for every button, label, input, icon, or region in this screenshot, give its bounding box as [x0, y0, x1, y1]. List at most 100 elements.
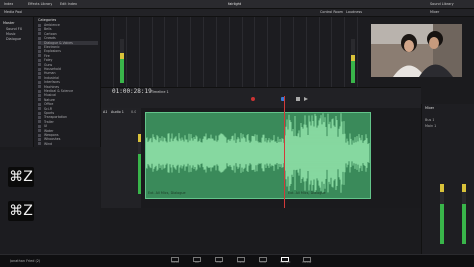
category-label: Sci-Fi	[44, 106, 53, 111]
category-label: Transportation	[44, 115, 68, 120]
category-item[interactable]: Bells	[38, 27, 98, 31]
category-item[interactable]: Musical	[38, 93, 98, 97]
category-item[interactable]: UI	[38, 124, 98, 128]
tab-edit-index[interactable]: Edit Index	[60, 2, 77, 6]
mixer-tab[interactable]: Mixer	[430, 10, 439, 14]
playhead[interactable]	[284, 96, 285, 208]
metadata-panel: ⌘Z ⌘Z	[0, 150, 100, 254]
folder-icon	[38, 54, 41, 58]
category-item[interactable]: Weapons	[38, 133, 98, 137]
channel-divider	[357, 17, 359, 87]
category-item[interactable]: Wind	[38, 142, 98, 146]
folder-icon	[38, 80, 41, 84]
channel-meter	[440, 184, 444, 244]
page-label: Media	[171, 261, 179, 264]
clip-label-right: Ext. All Mics, Dialogue	[288, 191, 326, 195]
tab-effects-library[interactable]: Effects Library	[28, 2, 52, 6]
category-label: Guns	[44, 62, 53, 67]
category-item[interactable]: Interfaces	[38, 80, 98, 84]
top-toolbar: Index Effects Library Edit Index fairlig…	[0, 0, 474, 9]
folder-icon	[38, 63, 41, 67]
loudness-label: Loudness	[346, 10, 362, 14]
category-item[interactable]: Office	[38, 102, 98, 106]
channel-divider	[344, 17, 346, 87]
category-item[interactable]: Water	[38, 129, 98, 133]
undo-shortcut-overlay-2: ⌘Z	[8, 201, 34, 221]
category-label: Industrial	[44, 75, 59, 80]
category-item[interactable]: Machines	[38, 85, 98, 89]
folder-icon	[38, 137, 41, 141]
categories-header: Categories	[38, 18, 57, 22]
page-label: Deliver	[302, 261, 312, 264]
page-color-button[interactable]: Color	[258, 257, 267, 264]
mixer-meters	[101, 17, 370, 87]
bin-list: Master Sound FX Music Dialogue	[0, 17, 34, 147]
timeline-name[interactable]: Timeline 1	[151, 90, 169, 94]
channel-divider	[138, 17, 140, 87]
category-label: Crowds	[44, 36, 56, 41]
folder-icon	[38, 67, 41, 71]
category-label: Machines	[44, 84, 60, 89]
category-item[interactable]: Industrial	[38, 76, 98, 80]
category-item[interactable]: Human	[38, 71, 98, 75]
folder-icon	[38, 142, 41, 146]
page-fusion-button[interactable]: Fusion	[236, 257, 246, 264]
record-button[interactable]	[251, 97, 255, 101]
play-icon[interactable]	[304, 97, 308, 101]
category-item[interactable]: Whooshes	[38, 137, 98, 141]
page-fairlight-button[interactable]: Fairlight	[280, 257, 290, 264]
track-name[interactable]: Audio 1	[111, 110, 124, 114]
category-item[interactable]: Medical & Science	[38, 89, 98, 93]
category-item[interactable]: Transportation	[38, 115, 98, 119]
category-label: Explosions	[44, 49, 61, 54]
media-pool-label[interactable]: Media Pool	[4, 10, 22, 14]
channel-divider	[267, 17, 269, 87]
category-item[interactable]: Trailer	[38, 120, 98, 124]
category-item[interactable]: Guns	[38, 63, 98, 67]
bin-master[interactable]: Master	[3, 21, 15, 25]
video-preview	[371, 24, 462, 77]
channel-divider	[151, 17, 153, 87]
channel-divider	[280, 17, 282, 87]
bin-music[interactable]: Music	[6, 32, 16, 36]
channel-divider	[113, 17, 114, 87]
audio-clip[interactable]: Ext. All Mics, Dialogue Ext. All Mics, D…	[145, 112, 371, 199]
bin-sound-fx[interactable]: Sound FX	[6, 27, 22, 31]
folder-icon	[38, 23, 41, 27]
page-label: Fusion	[236, 261, 246, 264]
page-media-button[interactable]: Media	[170, 257, 179, 264]
category-item[interactable]: Ambience	[38, 23, 98, 27]
bin-dialogue[interactable]: Dialogue	[6, 37, 21, 41]
page-cut-button[interactable]: Cut	[192, 257, 201, 264]
category-item[interactable]: Fire	[38, 54, 98, 58]
category-item[interactable]: Foley	[38, 58, 98, 62]
folder-icon	[38, 124, 41, 128]
folder-icon	[38, 89, 41, 93]
category-item[interactable]: Cartoon	[38, 32, 98, 36]
tab-sound-library[interactable]: Sound Library	[430, 2, 454, 6]
page-deliver-button[interactable]: Deliver	[302, 257, 312, 264]
channel-divider	[190, 17, 192, 87]
category-item[interactable]: Dialogue & Voices	[38, 40, 98, 45]
folder-icon	[38, 58, 41, 62]
category-item[interactable]: Household	[38, 67, 98, 71]
category-item[interactable]: Crowds	[38, 36, 98, 40]
channel-divider	[164, 17, 166, 87]
stop-button[interactable]	[296, 97, 300, 101]
mixer-header: Mixer	[425, 106, 435, 110]
category-item[interactable]: Sports	[38, 111, 98, 115]
category-label: Dialogue & Voices	[44, 40, 73, 45]
page-edit-button[interactable]: Edit	[214, 257, 223, 264]
category-item[interactable]: Explosions	[38, 49, 98, 53]
track-volume[interactable]: 0.0	[131, 110, 136, 114]
mixer-panel: Mixer Bus 1 Main 1	[421, 104, 474, 254]
waveform	[146, 113, 370, 193]
channel-divider	[125, 17, 127, 87]
category-item[interactable]: Sci-Fi	[38, 107, 98, 111]
tab-index[interactable]: Index	[4, 2, 13, 6]
category-item[interactable]: Electronic	[38, 45, 98, 49]
folder-icon	[38, 111, 41, 115]
folder-icon	[38, 49, 41, 53]
page-navigation-bar: Jonathan Fried (2) Media Cut Edit Fusion Col…	[0, 254, 474, 267]
category-item[interactable]: Nature	[38, 98, 98, 102]
